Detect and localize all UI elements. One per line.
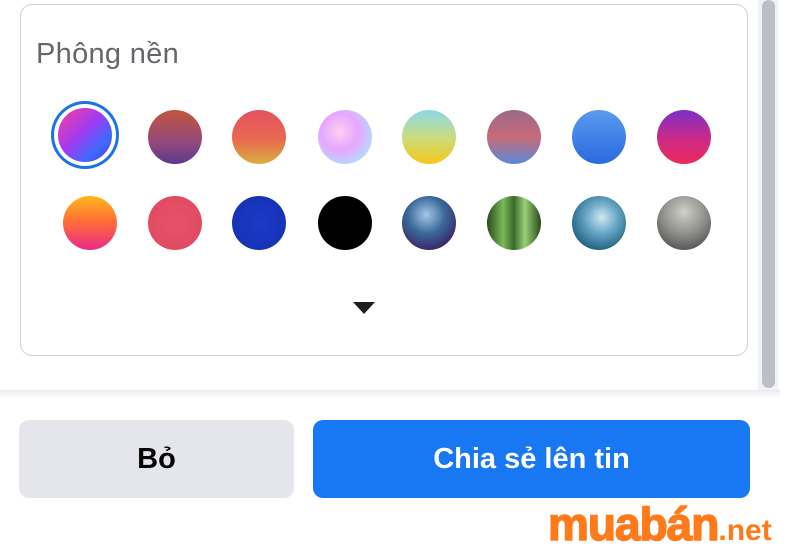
- background-swatch-4[interactable]: [318, 110, 372, 164]
- expand-backgrounds-arrow-icon[interactable]: [353, 302, 375, 314]
- background-swatch-14[interactable]: [487, 196, 541, 250]
- background-picker-title: Phông nền: [36, 38, 179, 70]
- background-swatch-12[interactable]: [318, 196, 372, 250]
- background-swatch-7[interactable]: [572, 110, 626, 164]
- background-swatch-5[interactable]: [402, 110, 456, 164]
- share-to-story-button[interactable]: Chia sẻ lên tin: [313, 420, 750, 498]
- background-swatch-11[interactable]: [232, 196, 286, 250]
- share-story-dialog: Phông nền Bỏ Chia sẻ lên tin muabán.net: [0, 0, 800, 550]
- scrollbar-thumb[interactable]: [762, 0, 775, 388]
- footer-divider: [0, 390, 780, 398]
- background-swatch-10[interactable]: [148, 196, 202, 250]
- background-swatch-2[interactable]: [148, 110, 202, 164]
- background-swatch-13[interactable]: [402, 196, 456, 250]
- cancel-button[interactable]: Bỏ: [19, 420, 294, 498]
- background-swatch-16[interactable]: [657, 196, 711, 250]
- background-swatch-8[interactable]: [657, 110, 711, 164]
- watermark-suffix-text: .net: [718, 514, 772, 547]
- background-swatch-15[interactable]: [572, 196, 626, 250]
- background-swatch-3[interactable]: [232, 110, 286, 164]
- watermark-logo: muabán.net: [547, 498, 772, 550]
- background-swatch-9[interactable]: [63, 196, 117, 250]
- background-swatch-6[interactable]: [487, 110, 541, 164]
- watermark-main-text: muabán: [547, 498, 720, 550]
- background-swatch-1[interactable]: [58, 108, 112, 162]
